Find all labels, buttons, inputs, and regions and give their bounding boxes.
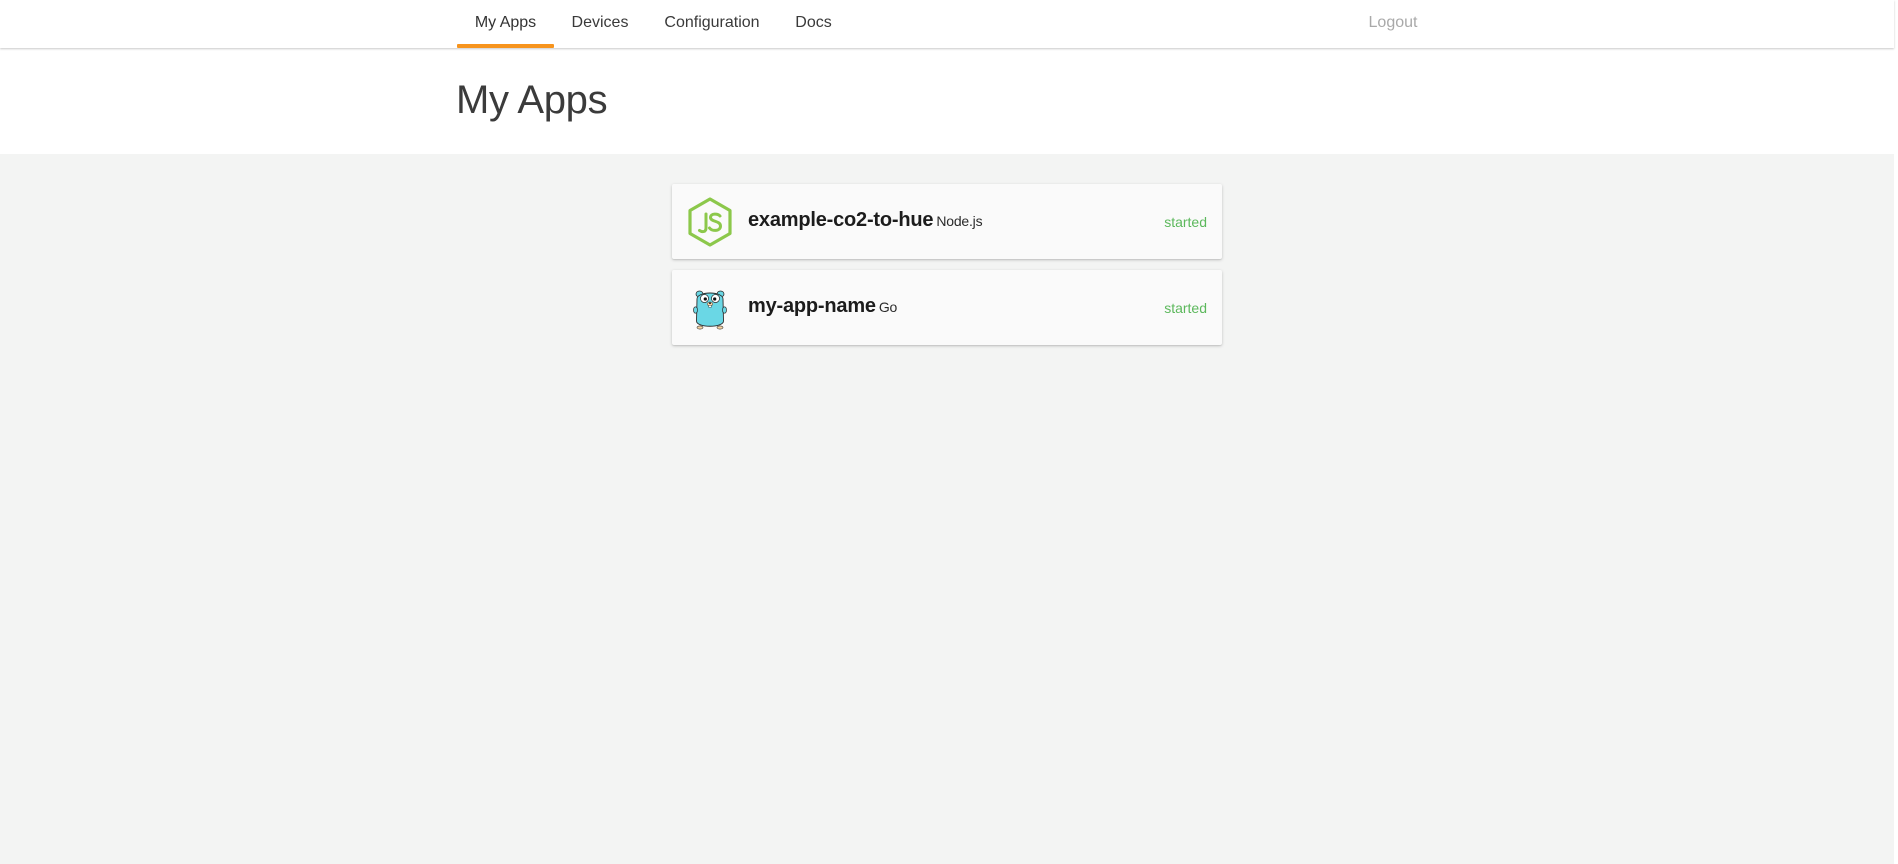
page-title: My Apps <box>456 78 608 122</box>
app-runtime: Go <box>878 299 898 315</box>
nav-tab-my-apps[interactable]: My Apps <box>457 0 554 48</box>
logout-link[interactable]: Logout <box>1367 0 1419 48</box>
nav-tab-configuration[interactable]: Configuration <box>664 0 760 48</box>
scrollbar-track <box>1894 0 1898 864</box>
page-header: My Apps <box>0 48 1894 154</box>
top-navigation-bar: My Apps Devices Configuration Docs Logou… <box>0 0 1894 48</box>
app-status: started <box>1164 300 1207 316</box>
app-card-my-app-name[interactable]: my-app-name Go started <box>672 270 1222 345</box>
app-status: started <box>1164 214 1207 230</box>
page: My Apps Devices Configuration Docs Logou… <box>0 0 1898 864</box>
app-name-text: example-co2-to-hue <box>748 209 934 231</box>
app-name: my-app-name Go <box>748 295 897 318</box>
nodejs-icon <box>685 197 735 247</box>
app-name: example-co2-to-hue Node.js <box>748 209 983 232</box>
app-name-text: my-app-name <box>748 295 876 317</box>
app-runtime: Node.js <box>936 213 983 229</box>
nav-tab-docs[interactable]: Docs <box>793 0 834 48</box>
app-card-example-co2-to-hue[interactable]: example-co2-to-hue Node.js started <box>672 184 1222 259</box>
nav-tab-devices[interactable]: Devices <box>570 0 630 48</box>
go-gopher-icon <box>685 283 735 333</box>
